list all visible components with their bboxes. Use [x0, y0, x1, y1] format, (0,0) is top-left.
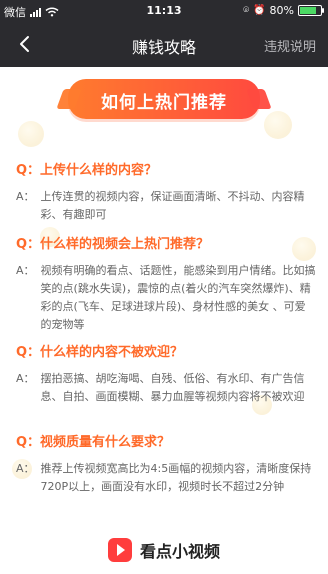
- content: 如何上热门推荐 Q：上传什么样的内容？ A： 上传连贯的视频内容，保证画面清晰、…: [0, 67, 328, 574]
- brand-logo-icon: [107, 538, 132, 562]
- qa-item: Q：视频质量有什么要求？ A： 推荐上传视频宽高比为4:5画幅的视频内容，清晰度…: [16, 431, 316, 496]
- answer-text: 摆拍恶搞、胡吃海喝、自残、低俗、有水印、有广告信息、自拍、画面模糊、暴力血腥等视…: [40, 372, 305, 403]
- question: Q：视频质量有什么要求？: [16, 435, 171, 450]
- qa-item: Q：什么样的内容不被欢迎？ A： 摆拍恶搞、胡吃海喝、自残、低俗、有水印、有广告…: [16, 341, 316, 406]
- brand-name: 看点小视频: [139, 542, 220, 561]
- violation-explanation-link[interactable]: 违规说明: [264, 36, 316, 55]
- answer: A： 摆拍恶搞、胡吃海喝、自残、低俗、有水印、有广告信息、自拍、画面模糊、暴力血…: [16, 370, 316, 406]
- hot-recommend-banner: 如何上热门推荐: [68, 79, 260, 119]
- battery-icon: [298, 5, 324, 16]
- answer: A： 上传连贯的视频内容，保证画面清晰、不抖动、内容精彩、有趣即可: [16, 188, 316, 224]
- status-bar: 微信 11:13 ⌾ ⏰ 80%: [0, 0, 328, 22]
- qa-item: Q：上传什么样的内容？ A： 上传连贯的视频内容，保证画面清晰、不抖动、内容精彩…: [16, 159, 316, 224]
- question: Q：上传什么样的内容？: [16, 163, 158, 178]
- answer-prefix: A：: [16, 190, 35, 203]
- answer-prefix: A：: [16, 462, 35, 475]
- answer: A： 推荐上传视频宽高比为4:5画幅的视频内容，清晰度保持720P以上，画面没有…: [16, 460, 316, 496]
- question: Q：什么样的内容不被欢迎？: [16, 345, 184, 360]
- status-bar-right: ⌾ ⏰ 80%: [243, 4, 324, 17]
- answer-text: 推荐上传视频宽高比为4:5画幅的视频内容，清晰度保持720P以上，画面没有水印，…: [40, 462, 312, 493]
- battery-fill: [300, 7, 316, 14]
- alarm-icon: ⏰: [253, 5, 266, 16]
- answer-prefix: A：: [16, 372, 35, 385]
- location-icon: ⌾: [243, 5, 250, 16]
- answer-prefix: A：: [16, 264, 35, 277]
- answer-text: 视频有明确的看点、话题性，能感染到用户情绪。比如搞笑的点(跳水失误)，震惊的点(…: [40, 264, 316, 331]
- question: Q：什么样的视频会上热门推荐？: [16, 237, 210, 252]
- nav-bar: 赚钱攻略 违规说明: [0, 22, 328, 67]
- answer: A： 视频有明确的看点、话题性，能感染到用户情绪。比如搞笑的点(跳水失误)，震惊…: [16, 262, 316, 334]
- qa-item: Q：什么样的视频会上热门推荐？ A： 视频有明确的看点、话题性，能感染到用户情绪…: [16, 233, 316, 334]
- background-coin: [264, 111, 292, 139]
- background-coin: [18, 121, 44, 147]
- footer-brand: 看点小视频: [0, 535, 328, 565]
- banner-title: 如何上热门推荐: [101, 93, 227, 113]
- answer-text: 上传连贯的视频内容，保证画面清晰、不抖动、内容精彩、有趣即可: [40, 190, 305, 221]
- battery-percent: 80%: [269, 4, 294, 17]
